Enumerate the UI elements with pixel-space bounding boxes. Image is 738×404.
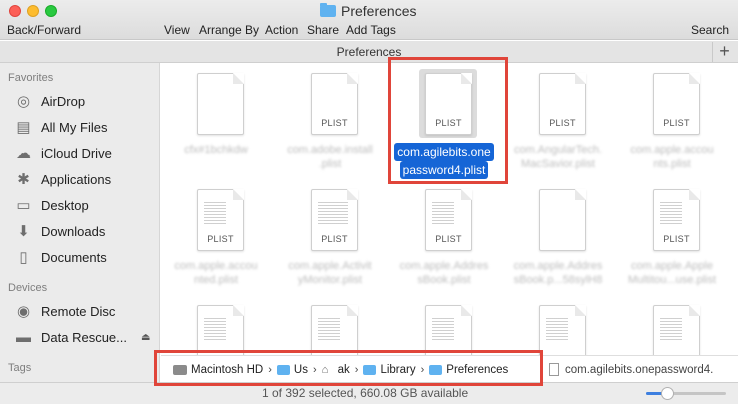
share-button[interactable]: Share	[307, 23, 339, 37]
tab-bar: Preferences +	[0, 41, 738, 63]
file-item[interactable]: PLIST com.apple.Addres sBook.plist	[388, 179, 500, 294]
applications-icon: ✱	[17, 171, 30, 188]
desktop-icon: ▭	[16, 197, 31, 214]
sidebar-item-label: Downloads	[41, 223, 106, 239]
drive-icon: ▬	[16, 328, 31, 346]
sidebar-item-downloads[interactable]: ⬇ Downloads	[14, 220, 105, 242]
maximize-window-button[interactable]	[45, 5, 57, 17]
sidebar-item-label: Remote Disc	[41, 303, 116, 319]
sidebar-item-label: Data Rescue...	[41, 329, 127, 345]
file-item[interactable]: PLIST com.apple.accou nted.plist	[161, 179, 272, 294]
file-name: com.AngularTech. MacSavior.plist	[513, 144, 603, 170]
view-button[interactable]: View	[164, 23, 190, 37]
tags-heading: Tags	[8, 362, 32, 374]
eject-icon[interactable]: ⏏	[141, 332, 150, 343]
file-name: com.adobe.install .plist	[287, 144, 373, 170]
document-icon	[539, 189, 586, 251]
plist-document-icon: PLIST	[653, 189, 700, 251]
plist-document-icon: PLIST	[539, 73, 586, 135]
documents-icon: ▯	[19, 249, 28, 266]
file-icon	[549, 363, 559, 376]
sidebar-item-data-rescue[interactable]: ▬ Data Rescue... ⏏	[14, 326, 150, 348]
sidebar-item-applications[interactable]: ✱ Applications	[14, 168, 111, 190]
finder-window: Preferences Back/Forward View Arrange By…	[0, 0, 738, 404]
folder-icon	[320, 3, 336, 17]
back-forward-button[interactable]: Back/Forward	[7, 23, 81, 37]
sidebar-item-remote-disc[interactable]: ◉ Remote Disc	[14, 300, 115, 322]
file-name: com.apple.accou nted.plist	[174, 260, 258, 286]
titlebar: Preferences Back/Forward View Arrange By…	[0, 0, 738, 40]
all-files-icon: ▤	[16, 119, 31, 136]
sidebar: Favorites ◎ AirDrop ▤ All My Files ☁ iCl…	[0, 63, 160, 404]
icon-size-slider[interactable]	[646, 387, 726, 400]
add-tags-button[interactable]: Add Tags	[346, 23, 396, 37]
slider-thumb[interactable]	[660, 387, 674, 400]
file-item[interactable]: PLIST com.adobe.install .plist	[274, 63, 386, 178]
file-name: com.apple.Addres sBook.p...58sylH8	[513, 260, 603, 286]
close-window-button[interactable]	[9, 5, 21, 17]
highlight-box-selected-file	[388, 57, 508, 184]
devices-heading: Devices	[8, 282, 48, 294]
file-item[interactable]: PLIST com.AngularTech. MacSavior.plist	[502, 63, 614, 178]
downloads-icon: ⬇	[17, 223, 30, 240]
file-item[interactable]: PLIST com.apple.Apple Multitou...use.pli…	[616, 179, 728, 294]
sidebar-item-all-my-files[interactable]: ▤ All My Files	[14, 116, 107, 138]
plist-document-icon: PLIST	[311, 189, 358, 251]
plist-document-icon: PLIST	[197, 189, 244, 251]
file-name: com.apple.Apple Multitou...use.plist	[627, 260, 717, 286]
new-tab-button[interactable]: +	[712, 42, 736, 62]
sidebar-item-label: All My Files	[41, 119, 108, 135]
sidebar-item-documents[interactable]: ▯ Documents	[14, 246, 107, 268]
search-button[interactable]: Search	[691, 23, 729, 37]
arrange-by-button[interactable]: Arrange By	[199, 23, 259, 37]
favorites-heading: Favorites	[8, 72, 54, 84]
minimize-window-button[interactable]	[27, 5, 39, 17]
sidebar-item-label: AirDrop	[41, 93, 86, 109]
file-item[interactable]: cfx#1bchkdw	[161, 63, 272, 178]
action-button[interactable]: Action	[265, 23, 298, 37]
airdrop-icon: ◎	[16, 93, 31, 110]
file-item[interactable]: PLIST com.apple.accou nts.plist	[616, 63, 728, 178]
sidebar-item-icloud-drive[interactable]: ☁ iCloud Drive	[14, 142, 112, 164]
status-text: 1 of 392 selected, 660.08 GB available	[262, 386, 469, 400]
file-name: com.apple.Activit yMonitor.plist	[288, 260, 372, 286]
sidebar-item-label: iCloud Drive	[41, 145, 112, 161]
highlight-box-path-bar	[154, 350, 543, 386]
cloud-icon: ☁	[16, 145, 31, 162]
sidebar-item-label: Desktop	[41, 197, 89, 213]
window-title-text: Preferences	[341, 3, 417, 19]
plist-document-icon: PLIST	[311, 73, 358, 135]
disc-icon: ◉	[16, 303, 31, 320]
file-name: com.apple.accou nts.plist	[630, 144, 714, 170]
file-item[interactable]: com.apple.Addres sBook.p...58sylH8	[502, 179, 614, 294]
sidebar-item-label: Applications	[41, 171, 112, 187]
plist-document-icon: PLIST	[653, 73, 700, 135]
sidebar-item-airdrop[interactable]: ◎ AirDrop	[14, 90, 85, 112]
sidebar-item-desktop[interactable]: ▭ Desktop	[14, 194, 89, 216]
window-title: Preferences	[320, 3, 416, 19]
crumb-selected-file[interactable]: com.agilebits.onepassword4.	[549, 356, 713, 383]
sidebar-item-label: Documents	[41, 249, 107, 265]
file-name: com.apple.Addres sBook.plist	[399, 260, 489, 286]
document-icon	[197, 73, 244, 135]
file-name: cfx#1bchkdw	[184, 144, 248, 156]
file-item[interactable]: PLIST com.apple.Activit yMonitor.plist	[274, 179, 386, 294]
plist-document-icon: PLIST	[425, 189, 472, 251]
